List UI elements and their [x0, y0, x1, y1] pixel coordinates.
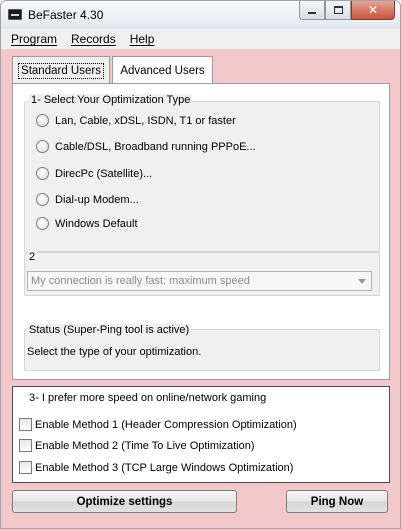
connection-speed-select[interactable]: My connection is really fast: maximum sp…: [27, 271, 372, 291]
radio-label: DirecPc (Satellite)...: [55, 167, 153, 180]
minimize-icon: [308, 12, 316, 14]
radio-option-windows-default[interactable]: Windows Default: [36, 217, 138, 230]
optimize-settings-button[interactable]: Optimize settings: [12, 490, 237, 513]
radio-button[interactable]: [36, 193, 49, 206]
method-1-option[interactable]: Enable Method 1 (Header Compression Opti…: [19, 418, 297, 431]
tab-advanced-users[interactable]: Advanced Users: [112, 56, 213, 84]
connection-speed-value: My connection is really fast: maximum sp…: [31, 275, 250, 287]
method-3-label: Enable Method 3 (TCP Large Windows Optim…: [35, 461, 294, 474]
optimization-type-group: 1- Select Your Optimization Type Lan, Ca…: [24, 94, 380, 252]
tab-panel: 1- Select Your Optimization Type Lan, Ca…: [12, 83, 390, 380]
minimize-button[interactable]: [299, 1, 325, 20]
maximize-button[interactable]: [325, 1, 351, 20]
caption-buttons: ✕: [299, 1, 395, 20]
radio-label: Dial-up Modem...: [55, 193, 139, 206]
method-2-option[interactable]: Enable Method 2 (Time To Live Optimizati…: [19, 439, 255, 452]
radio-button[interactable]: [36, 114, 49, 127]
radio-option-lan[interactable]: Lan, Cable, xDSL, ISDN, T1 or faster: [36, 114, 236, 127]
menu-records[interactable]: Records: [71, 32, 116, 46]
radio-option-satellite[interactable]: DirecPc (Satellite)...: [36, 167, 152, 180]
radio-button[interactable]: [36, 217, 49, 230]
ping-now-button[interactable]: Ping Now: [286, 490, 388, 513]
radio-button[interactable]: [36, 167, 49, 180]
close-button[interactable]: ✕: [351, 1, 395, 20]
optimization-type-label: 1- Select Your Optimization Type: [29, 94, 193, 106]
close-icon: ✕: [367, 3, 379, 17]
app-icon: [8, 9, 22, 20]
window-title: BeFaster 4.30: [28, 8, 104, 22]
title-bar[interactable]: BeFaster 4.30 ✕: [1, 1, 400, 29]
tab-standard-users-label: Standard Users: [18, 62, 104, 79]
status-group: Status (Super-Ping tool is active) Selec…: [24, 324, 380, 371]
chevron-down-icon: [358, 279, 366, 284]
maximize-icon: [333, 6, 343, 14]
gaming-group-label: 3- I prefer more speed on online/network…: [29, 392, 267, 404]
method-1-label: Enable Method 1 (Header Compression Opti…: [35, 418, 297, 431]
status-message: Select the type of your optimization.: [27, 346, 202, 358]
menu-bar: Program Records Help: [1, 29, 400, 49]
method-3-checkbox[interactable]: [19, 461, 32, 474]
radio-option-dialup[interactable]: Dial-up Modem...: [36, 193, 139, 206]
connection-speed-group: 2 My connection is really fast: maximum …: [24, 251, 380, 296]
method-2-label: Enable Method 2 (Time To Live Optimizati…: [35, 439, 255, 452]
radio-option-pppoe[interactable]: Cable/DSL, Broadband running PPPoE...: [36, 140, 256, 153]
method-3-option[interactable]: Enable Method 3 (TCP Large Windows Optim…: [19, 461, 293, 474]
radio-label: Lan, Cable, xDSL, ISDN, T1 or faster: [55, 114, 236, 127]
method-2-checkbox[interactable]: [19, 439, 32, 452]
radio-button[interactable]: [36, 140, 49, 153]
status-label: Status (Super-Ping tool is active): [27, 324, 192, 336]
befaster-window: BeFaster 4.30 ✕ Program Records Help Sta…: [0, 0, 401, 529]
tab-advanced-users-label: Advanced Users: [120, 64, 205, 77]
tab-standard-users[interactable]: Standard Users: [12, 56, 110, 84]
radio-label: Windows Default: [55, 217, 138, 230]
menu-help[interactable]: Help: [130, 32, 155, 46]
menu-program[interactable]: Program: [11, 32, 57, 46]
method-1-checkbox[interactable]: [19, 418, 32, 431]
radio-label: Cable/DSL, Broadband running PPPoE...: [55, 140, 256, 153]
connection-speed-label: 2: [27, 251, 38, 263]
gaming-group: 3- I prefer more speed on online/network…: [12, 386, 390, 483]
